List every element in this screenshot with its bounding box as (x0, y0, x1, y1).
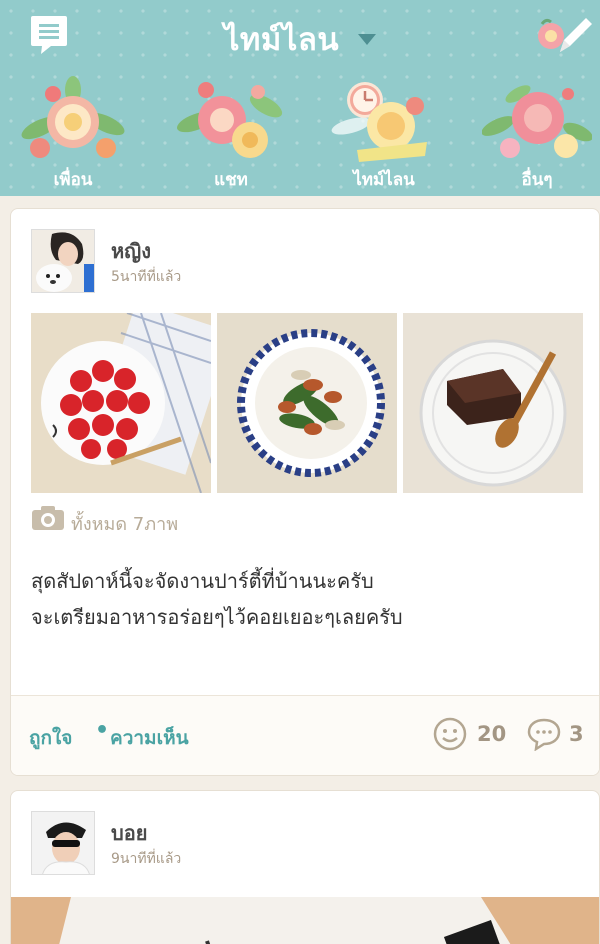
nav-item-more[interactable]: อื่นๆ (472, 72, 600, 194)
clock-flower-icon (331, 82, 427, 162)
post-body: สุดสัปดาห์นี้จะจัดงานปาร์ตี้ที่บ้านนะครั… (31, 563, 581, 635)
compose-pencil-icon[interactable] (534, 14, 594, 58)
nav-item-chat[interactable]: แชท (166, 72, 296, 194)
camera-icon (32, 506, 64, 530)
like-button[interactable]: ถูกใจ (29, 723, 72, 753)
post-actions: ถูกใจ • ความเห็น 20 3 (11, 696, 599, 775)
page-title: ไทม์ไลน (223, 22, 340, 58)
strawberries-photo[interactable] (31, 313, 211, 493)
separator-dot: • (95, 718, 110, 743)
like-count-value: 20 (477, 722, 507, 746)
comment-bubble-icon (527, 718, 561, 751)
post-text-line: จะเตรียมอาหารอร่อยๆไว้คอยเยอะๆเลยครับ (31, 605, 403, 629)
post-timestamp: 9นาทีที่แล้ว (111, 851, 182, 867)
flower-bouquet-icon (482, 85, 592, 158)
post-card: หญิง 5นาทีที่แล้ว ทั้งหมด 7ภาพ สุดสัปดาห… (10, 208, 600, 776)
comment-count[interactable]: 3 (527, 717, 597, 753)
nav-label-more: อื่นๆ (521, 170, 553, 190)
author-name[interactable]: บอย (111, 817, 147, 849)
title-dropdown[interactable]: ไทม์ไลน (0, 14, 600, 64)
photo-count-label: ทั้งหมด 7ภาพ (71, 514, 179, 535)
nav-label-friends: เพื่อน (53, 170, 93, 190)
nav-label-timeline: ไทม์ไลน (353, 170, 415, 190)
avatar[interactable] (31, 811, 95, 875)
app-header: ไทม์ไลน เพื่อน แชท ไทม์ไลน อื่นๆ (0, 0, 600, 196)
flower-bouquet-icon (21, 76, 125, 158)
smiley-icon (433, 717, 467, 751)
chevron-down-icon (358, 33, 377, 45)
photo-grid (31, 313, 583, 493)
post-timestamp: 5นาทีที่แล้ว (111, 269, 182, 285)
post-card: บอย 9นาทีที่แล้ว (10, 790, 600, 944)
main-nav: เพื่อน แชท ไทม์ไลน อื่นๆ (0, 72, 600, 194)
nav-item-timeline[interactable]: ไทม์ไลน (319, 72, 449, 194)
like-count[interactable]: 20 (433, 717, 513, 753)
nav-label-chat: แชท (214, 170, 248, 190)
post-text-line: สุดสัปดาห์นี้จะจัดงานปาร์ตี้ที่บ้านนะครั… (31, 569, 374, 593)
chocolate-cake-photo[interactable] (403, 313, 583, 493)
photo-count[interactable]: ทั้งหมด 7ภาพ (31, 505, 178, 535)
nav-item-friends[interactable]: เพื่อน (8, 72, 138, 194)
comment-count-value: 3 (569, 722, 584, 746)
comment-button[interactable]: ความเห็น (110, 723, 189, 753)
top-bar: ไทม์ไลน (0, 0, 600, 70)
flower-bouquet-icon (177, 82, 283, 158)
avatar[interactable] (31, 229, 95, 293)
author-name[interactable]: หญิง (111, 235, 151, 267)
post-photo[interactable] (11, 897, 599, 944)
salad-photo[interactable] (217, 313, 397, 493)
